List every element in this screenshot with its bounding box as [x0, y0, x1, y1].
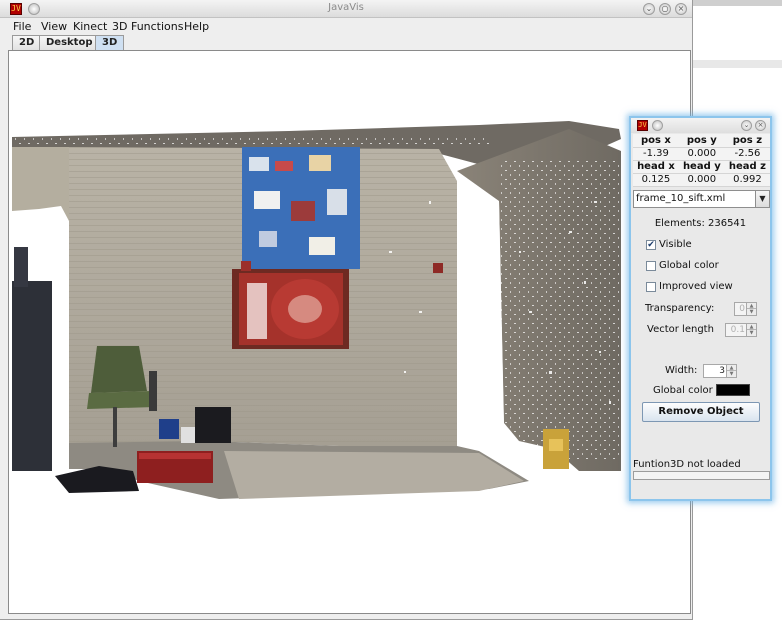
head-x-value[interactable]: 0.125	[633, 173, 679, 187]
close-icon[interactable]: ×	[675, 3, 687, 15]
head-y-value[interactable]: 0.000	[678, 173, 725, 187]
object-select-value: frame_10_sift.xml	[636, 193, 726, 204]
menu-kinect[interactable]: Kinect	[73, 20, 107, 33]
menu-view[interactable]: View	[41, 20, 67, 33]
visible-label: Visible	[659, 239, 692, 250]
pos-y-value[interactable]: 0.000	[678, 147, 725, 161]
window-titlebar[interactable]: JV JavaVis ⌄ ○ ×	[0, 0, 692, 18]
pos-z-value[interactable]: -2.56	[724, 147, 770, 161]
menu-3d-functions[interactable]: 3D Functions	[112, 20, 183, 33]
width-spinner[interactable]: 3 ▲ ▼	[703, 364, 737, 378]
global-color-label: Global color	[653, 385, 713, 396]
global-color-check-label: Global color	[659, 260, 719, 271]
menu-help[interactable]: Help	[184, 20, 209, 33]
status-message: Funtion3D not loaded	[633, 459, 741, 470]
green-chair	[91, 346, 147, 393]
tab-3d[interactable]: 3D	[95, 35, 125, 50]
spinner-down-icon[interactable]: ▼	[727, 371, 736, 377]
width-row: Width: 3 ▲ ▼	[631, 364, 770, 378]
object-select[interactable]: frame_10_sift.xml ▼	[633, 190, 770, 208]
transparency-value: 0	[739, 304, 745, 314]
vector-length-value: 0.1	[730, 325, 745, 335]
transparency-label: Transparency:	[645, 303, 715, 314]
head-z-header: head z	[724, 160, 770, 174]
background-window-divider	[693, 60, 782, 68]
table-row: head x head y head z	[633, 160, 770, 174]
vector-length-spinner[interactable]: 0.1 ▲ ▼	[725, 323, 757, 337]
transparency-spinner[interactable]: 0 ▲ ▼	[734, 302, 757, 316]
improved-view-checkbox[interactable]	[646, 282, 656, 292]
elements-count: Elements: 236541	[654, 218, 747, 229]
vector-length-label: Vector length	[647, 324, 714, 335]
spinner-down-icon[interactable]: ▼	[747, 330, 756, 336]
remove-object-button[interactable]: Remove Object	[642, 402, 760, 422]
panel-app-icon[interactable]: JV	[637, 120, 648, 131]
minimize-icon[interactable]: ⌄	[643, 3, 655, 15]
panel-close-icon[interactable]: ×	[755, 120, 766, 131]
vector-length-row: Vector length 0.1 ▲ ▼	[631, 323, 770, 337]
pos-z-header: pos z	[724, 134, 770, 148]
head-y-header: head y	[678, 160, 725, 174]
width-label: Width:	[665, 365, 698, 376]
panel-pin-icon[interactable]	[652, 120, 663, 131]
panel-minimize-icon[interactable]: ⌄	[741, 120, 752, 131]
table-row: pos x pos y pos z	[633, 134, 770, 148]
table-row: 0.125 0.000 0.992	[633, 173, 770, 187]
pos-y-header: pos y	[678, 134, 725, 148]
main-window: JV JavaVis ⌄ ○ × File View Kinect 3D Fun…	[0, 0, 693, 620]
transparency-row: Transparency: 0 ▲ ▼	[631, 302, 770, 316]
global-color-checkbox[interactable]	[646, 261, 656, 271]
tab-2d[interactable]: 2D	[12, 35, 42, 50]
visible-checkbox[interactable]: ✔	[646, 240, 656, 250]
global-color-swatch[interactable]	[716, 384, 750, 396]
menubar: File View Kinect 3D Functions Help	[0, 18, 692, 35]
width-value: 3	[719, 366, 725, 376]
status-progress-bar	[633, 471, 770, 480]
improved-view-label: Improved view	[659, 281, 733, 292]
tab-bar: 2D Desktop 3D	[0, 35, 692, 50]
left-wall-points	[12, 147, 69, 221]
menu-file[interactable]: File	[13, 20, 31, 33]
maximize-icon[interactable]: ○	[659, 3, 671, 15]
spinner-buttons: ▲ ▼	[746, 324, 756, 336]
chevron-down-icon[interactable]: ▼	[755, 191, 769, 207]
head-x-header: head x	[633, 160, 679, 174]
table-row: -1.39 0.000 -2.56	[633, 147, 770, 161]
toy-robot	[159, 419, 179, 439]
pos-x-header: pos x	[633, 134, 679, 148]
spinner-buttons: ▲ ▼	[726, 365, 736, 377]
pose-table: pos x pos y pos z -1.39 0.000 -2.56 head…	[633, 134, 770, 187]
left-cabinet	[12, 281, 52, 471]
spinner-down-icon[interactable]: ▼	[747, 309, 756, 315]
tab-desktop[interactable]: Desktop	[39, 35, 100, 50]
window-title: JavaVis	[328, 2, 364, 13]
head-z-value[interactable]: 0.992	[724, 173, 770, 187]
floor-bag	[55, 466, 139, 493]
object-properties-panel: JV ⌄ × pos x pos y pos z -1.39 0.000 -2.…	[629, 116, 772, 501]
point-cloud-render	[12, 121, 621, 499]
pos-x-value[interactable]: -1.39	[633, 147, 679, 161]
3d-viewport[interactable]	[8, 50, 691, 614]
panel-titlebar[interactable]: JV ⌄ ×	[631, 118, 770, 133]
spinner-buttons: ▲ ▼	[746, 303, 756, 315]
background-window-edge	[693, 0, 782, 6]
